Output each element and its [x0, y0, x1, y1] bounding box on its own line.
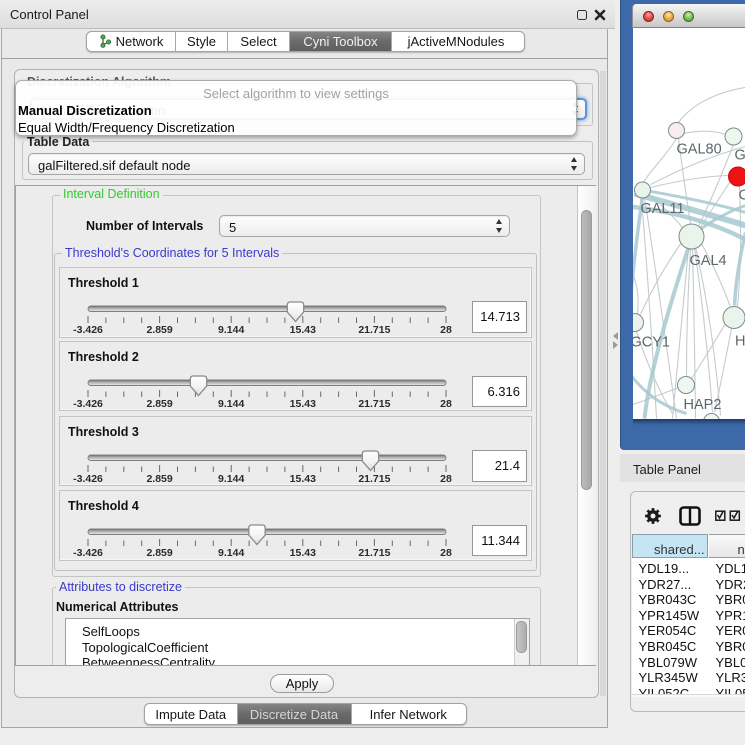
svg-text:C: C [738, 187, 745, 203]
svg-text:-3.426: -3.426 [73, 473, 103, 485]
svg-text:GAL4: GAL4 [689, 253, 726, 269]
svg-text:9.144: 9.144 [218, 547, 244, 559]
svg-text:28: 28 [440, 398, 452, 410]
svg-text:-3.426: -3.426 [73, 547, 103, 559]
svg-text:15.43: 15.43 [290, 398, 316, 410]
svg-text:2.859: 2.859 [146, 473, 172, 485]
svg-text:H: H [735, 333, 745, 349]
svg-text:GAL80: GAL80 [676, 141, 721, 157]
svg-text:2.859: 2.859 [146, 324, 172, 336]
svg-text:9.144: 9.144 [218, 473, 244, 485]
svg-text:-3.426: -3.426 [73, 324, 103, 336]
svg-text:21.715: 21.715 [358, 473, 390, 485]
svg-text:9.144: 9.144 [218, 324, 244, 336]
svg-text:21.715: 21.715 [358, 324, 390, 336]
svg-text:2.859: 2.859 [146, 547, 172, 559]
svg-text:9.144: 9.144 [218, 398, 244, 410]
svg-text:HAP2: HAP2 [683, 397, 721, 413]
svg-text:21.715: 21.715 [358, 547, 390, 559]
svg-text:GAL11: GAL11 [640, 201, 684, 217]
svg-text:15.43: 15.43 [290, 547, 316, 559]
svg-text:15.43: 15.43 [290, 324, 316, 336]
svg-text:28: 28 [440, 473, 452, 485]
svg-text:-3.426: -3.426 [73, 398, 103, 410]
svg-text:21.715: 21.715 [358, 398, 390, 410]
svg-text:2.859: 2.859 [146, 398, 172, 410]
svg-text:28: 28 [440, 324, 452, 336]
svg-text:28: 28 [440, 547, 452, 559]
svg-text:GAL: GAL [734, 147, 745, 163]
svg-text:GCY1: GCY1 [633, 334, 670, 350]
svg-text:15.43: 15.43 [290, 473, 316, 485]
